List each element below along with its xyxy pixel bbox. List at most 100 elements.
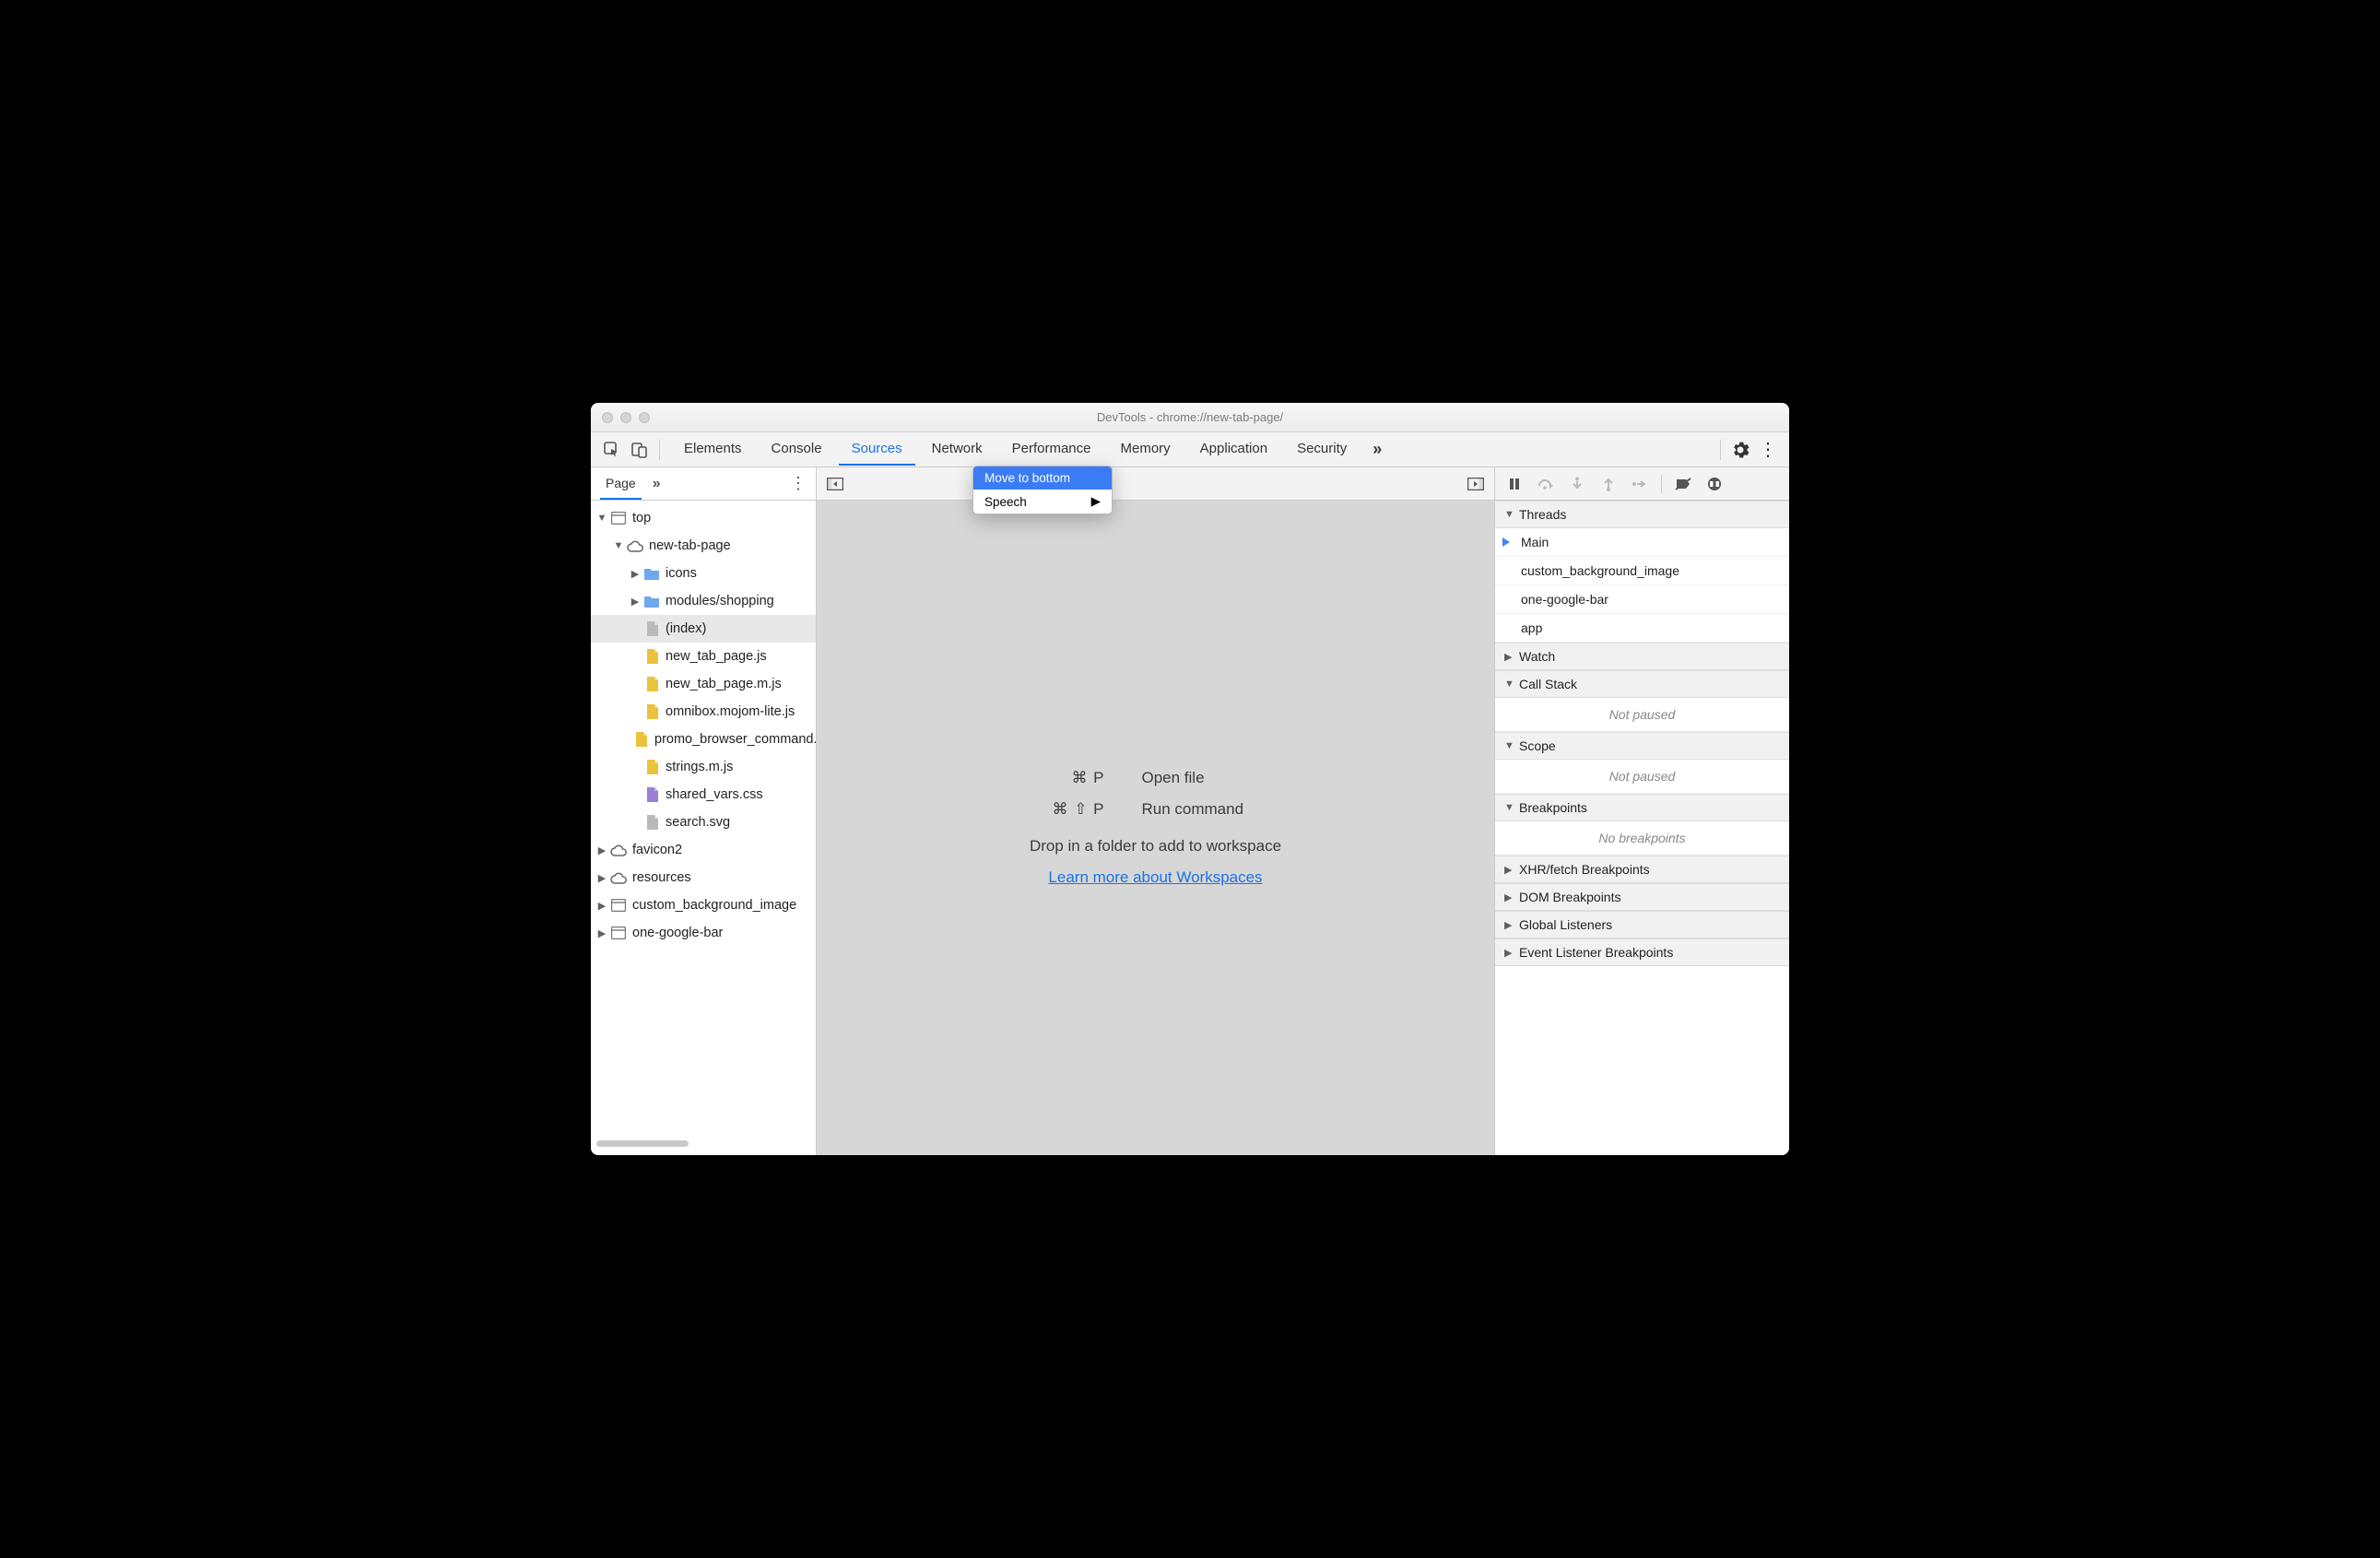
xhr-breakpoints-section[interactable]: ▶XHR/fetch Breakpoints [1495, 856, 1789, 883]
tree-arrow-icon[interactable]: ▶ [596, 900, 607, 912]
pause-on-exceptions-icon[interactable] [1701, 470, 1728, 498]
main-toolbar: Elements Console Sources Network Perform… [591, 432, 1789, 467]
scope-empty: Not paused [1495, 760, 1789, 794]
tree-item[interactable]: omnibox.mojom-lite.js [591, 698, 816, 726]
tree-item[interactable]: ▶ modules/shopping [591, 587, 816, 615]
minimize-window-icon[interactable] [620, 412, 631, 423]
tree-item-label: one-google-bar [632, 926, 723, 940]
thread-item[interactable]: custom_background_image [1495, 557, 1789, 585]
drop-folder-hint: Drop in a folder to add to workspace [1030, 837, 1281, 856]
navigator-menu-icon[interactable]: ⋮ [790, 474, 807, 493]
global-listeners-section[interactable]: ▶Global Listeners [1495, 911, 1789, 938]
inspect-element-icon[interactable] [598, 436, 626, 464]
breakpoints-section[interactable]: ▼Breakpoints [1495, 794, 1789, 821]
tree-arrow-icon[interactable]: ▼ [613, 540, 624, 551]
tree-arrow-icon[interactable]: ▶ [596, 844, 607, 856]
tree-item[interactable]: new_tab_page.js [591, 643, 816, 670]
maximize-window-icon[interactable] [639, 412, 650, 423]
tree-item[interactable]: search.svg [591, 809, 816, 836]
context-menu-speech[interactable]: Speech▶ [973, 490, 1112, 513]
open-file-label: Open file [1142, 769, 1326, 787]
step-icon[interactable] [1626, 470, 1654, 498]
tree-item-label: new_tab_page.js [666, 649, 767, 664]
workspaces-link[interactable]: Learn more about Workspaces [1048, 868, 1262, 887]
tree-arrow-icon[interactable]: ▶ [630, 568, 641, 580]
js-icon [643, 703, 660, 720]
editor-panel: ⌘ P Open file ⌘ ⇧ P Run command Drop in … [817, 467, 1494, 1155]
tab-elements[interactable]: Elements [671, 433, 755, 466]
tab-security[interactable]: Security [1284, 433, 1360, 466]
step-over-icon[interactable] [1532, 470, 1560, 498]
panel-body: Page » ⋮ ▼top▼new-tab-page▶icons▶modules… [591, 467, 1789, 1155]
frame-icon [610, 925, 627, 941]
tree-item-label: resources [632, 870, 691, 885]
cloud-icon [610, 869, 627, 886]
tab-console[interactable]: Console [759, 433, 835, 466]
horizontal-scrollbar[interactable] [596, 1140, 810, 1150]
kebab-menu-icon[interactable]: ⋮ [1754, 436, 1782, 464]
tree-item[interactable]: ▶ resources [591, 864, 816, 891]
folder-icon [643, 565, 660, 582]
tree-arrow-icon[interactable]: ▶ [630, 596, 641, 608]
toggle-navigator-icon[interactable] [824, 473, 846, 495]
deactivate-breakpoints-icon[interactable] [1669, 470, 1697, 498]
cloud-icon [627, 537, 643, 554]
pause-icon[interactable] [1501, 470, 1528, 498]
tree-item[interactable]: ▶favicon2 [591, 836, 816, 864]
callstack-section[interactable]: ▼Call Stack [1495, 670, 1789, 698]
tree-arrow-icon[interactable]: ▶ [596, 927, 607, 939]
device-toolbar-icon[interactable] [626, 436, 654, 464]
submenu-arrow-icon: ▶ [1091, 494, 1101, 509]
tab-application[interactable]: Application [1187, 433, 1280, 466]
scope-section[interactable]: ▼Scope [1495, 732, 1789, 760]
tree-item[interactable]: ▶custom_background_image [591, 891, 816, 919]
context-menu: Move to bottom Speech▶ [972, 466, 1113, 514]
tab-sources[interactable]: Sources [839, 433, 915, 466]
event-listener-section[interactable]: ▶Event Listener Breakpoints [1495, 938, 1789, 966]
thread-item[interactable]: app [1495, 614, 1789, 643]
tree-arrow-icon[interactable]: ▼ [596, 513, 607, 524]
dom-breakpoints-section[interactable]: ▶DOM Breakpoints [1495, 883, 1789, 911]
toolbar-separator [1720, 440, 1721, 460]
close-window-icon[interactable] [602, 412, 613, 423]
more-tabs-icon[interactable]: » [1363, 436, 1391, 464]
cloud-icon [610, 842, 627, 858]
titlebar: DevTools - chrome://new-tab-page/ [591, 403, 1789, 432]
navigator-tab-page[interactable]: Page [600, 468, 642, 500]
thread-item[interactable]: one-google-bar [1495, 585, 1789, 614]
tree-item[interactable]: promo_browser_command.mojom [591, 726, 816, 753]
tab-network[interactable]: Network [919, 433, 996, 466]
toggle-debugger-icon[interactable] [1465, 473, 1487, 495]
tree-item-label: modules/shopping [666, 594, 774, 608]
debugger-panel: ▼Threads Main custom_background_image on… [1494, 467, 1789, 1155]
tree-item[interactable]: ▶ one-google-bar [591, 919, 816, 947]
tree-item-label: new_tab_page.m.js [666, 677, 782, 691]
navigator-panel: Page » ⋮ ▼top▼new-tab-page▶icons▶modules… [591, 467, 817, 1155]
watch-section[interactable]: ▶Watch [1495, 643, 1789, 670]
hint-open-file: ⌘ P Open file [985, 769, 1326, 787]
tab-performance[interactable]: Performance [999, 433, 1104, 466]
tree-item[interactable]: new_tab_page.m.js [591, 670, 816, 698]
css-icon [643, 786, 660, 803]
tree-item-label: (index) [666, 621, 706, 636]
traffic-lights [591, 412, 650, 423]
tree-item[interactable]: shared_vars.css [591, 781, 816, 809]
debugger-toolbar [1495, 467, 1789, 501]
step-out-icon[interactable] [1595, 470, 1622, 498]
tree-item[interactable]: ▼new-tab-page [591, 532, 816, 560]
tree-item[interactable]: strings.m.js [591, 753, 816, 781]
tab-memory[interactable]: Memory [1108, 433, 1184, 466]
step-into-icon[interactable] [1563, 470, 1591, 498]
navigator-more-tabs-icon[interactable]: » [653, 476, 661, 492]
context-menu-move-to-bottom[interactable]: Move to bottom [973, 466, 1112, 490]
settings-icon[interactable] [1726, 436, 1754, 464]
threads-section[interactable]: ▼Threads [1495, 501, 1789, 528]
breakpoints-empty: No breakpoints [1495, 821, 1789, 856]
tree-arrow-icon[interactable]: ▶ [596, 872, 607, 884]
js-icon [643, 676, 660, 692]
js-icon [643, 648, 660, 665]
tree-item[interactable]: ▶icons [591, 560, 816, 587]
tree-item[interactable]: ▼top [591, 504, 816, 532]
tree-item[interactable]: (index) [591, 615, 816, 643]
thread-main[interactable]: Main [1495, 528, 1789, 557]
